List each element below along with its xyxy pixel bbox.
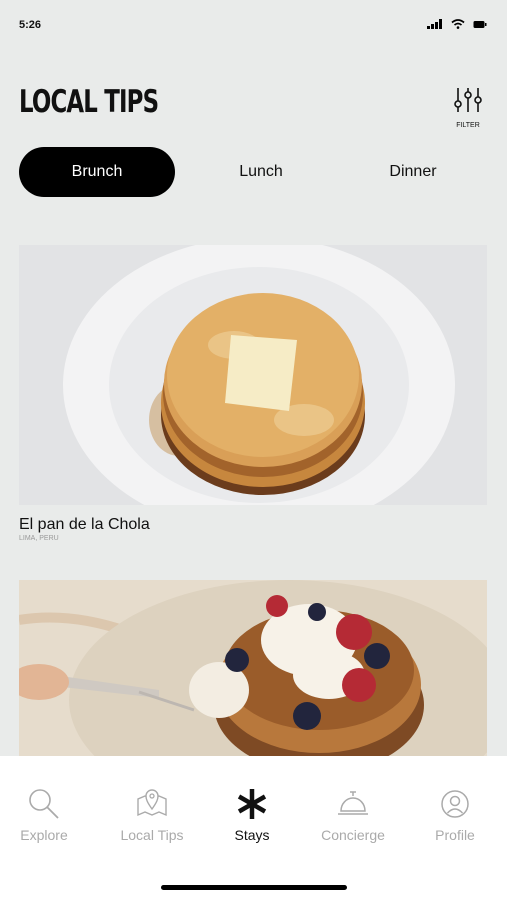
tabbar-profile-label: Profile: [435, 827, 475, 843]
filter-button[interactable]: FILTER: [451, 86, 485, 129]
page-title: LOCAL TIPS: [19, 84, 159, 120]
tabbar-concierge[interactable]: Concierge: [303, 786, 403, 843]
tabbar-explore[interactable]: Explore: [0, 786, 94, 843]
wifi-icon: [451, 19, 465, 29]
tab-lunch[interactable]: Lunch: [209, 147, 313, 197]
card-title[interactable]: El pan de la Chola: [19, 516, 150, 534]
tab-brunch[interactable]: Brunch: [19, 147, 175, 197]
filter-label: FILTER: [456, 122, 480, 129]
tabbar-concierge-label: Concierge: [321, 827, 385, 843]
search-icon: [29, 789, 59, 819]
status-icons: [427, 19, 487, 29]
card-location: LIMA, PERU: [19, 535, 59, 542]
tabbar-local-tips[interactable]: Local Tips: [102, 786, 202, 843]
map-pin-icon: [137, 789, 167, 817]
pancakes-with-butter-photo[interactable]: [19, 245, 487, 505]
home-indicator[interactable]: [161, 885, 347, 890]
status-time: 5:26: [19, 19, 42, 31]
signal-icon: [427, 19, 442, 29]
tabbar-stays[interactable]: Stays: [202, 786, 302, 843]
status-bar: 5:26: [0, 0, 507, 52]
battery-icon: [473, 20, 487, 28]
meal-tabs: Brunch Lunch Dinner: [19, 147, 489, 197]
tabbar-stays-label: Stays: [234, 827, 270, 843]
tab-dinner[interactable]: Dinner: [359, 147, 467, 197]
sliders-icon: [454, 88, 482, 112]
profile-icon: [441, 790, 469, 818]
pancakes-with-berries-photo[interactable]: [19, 580, 487, 756]
service-bell-icon: [338, 791, 368, 815]
asterisk-icon: [237, 789, 267, 819]
tabbar-explore-label: Explore: [20, 827, 68, 843]
tabbar-profile[interactable]: Profile: [405, 786, 505, 843]
bottom-tab-bar: Explore Local Tips Stays Concierge Profi…: [0, 756, 507, 900]
tabbar-local-tips-label: Local Tips: [120, 827, 184, 843]
